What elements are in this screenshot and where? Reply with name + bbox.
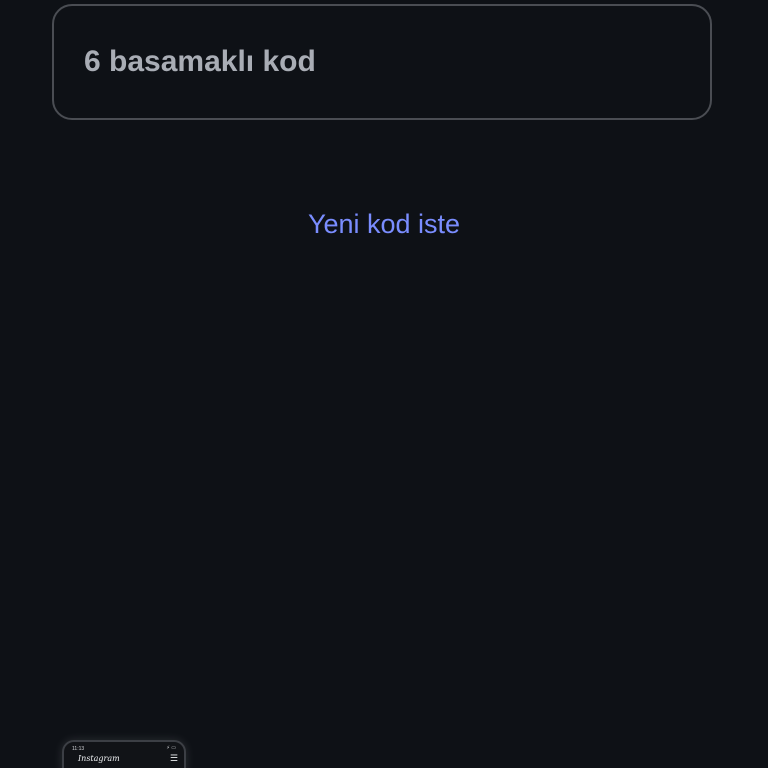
verification-code-field[interactable] [52,4,712,120]
preview-app-logo: Instagram [78,754,120,763]
preview-status-time: 11:13 [72,746,85,752]
request-new-code-link[interactable]: Yeni kod iste [0,205,768,243]
verification-code-input[interactable] [84,6,684,118]
menu-icon: ☰ [169,753,178,763]
preview-status-icons: ⚡ ▭ [166,745,176,751]
app-preview-thumbnail[interactable]: 11:13 ⚡ ▭ Instagram ☰ [62,740,186,768]
